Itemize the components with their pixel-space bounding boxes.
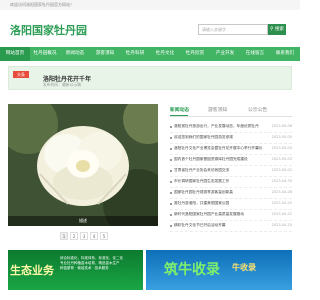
bullet bbox=[170, 214, 172, 216]
list-item[interactable]: 赏牡丹游洛阳，共建美丽国家公园 2023-04-25 bbox=[170, 199, 292, 210]
news-date: 2023-04-30 bbox=[271, 179, 292, 183]
nav-item-contact[interactable]: 联系我们 bbox=[270, 47, 300, 61]
news-title[interactable]: 洛阳牡丹文化产业博览会暨牡丹花卉展中心举行开幕仪式 bbox=[174, 146, 262, 151]
bullet bbox=[170, 126, 172, 128]
ad-left-headline: 生态业务 bbox=[10, 264, 54, 277]
peony-image bbox=[8, 104, 158, 226]
ad-banners: 生态业务 综合标准化，标准体系，标准化，化二化 专业牡丹种植苗木培育，精品苗木生… bbox=[8, 250, 292, 290]
bullet bbox=[170, 148, 172, 150]
news-date: 2023-05-03 bbox=[271, 157, 292, 161]
news-title[interactable]: 新时代洛阳国家牡丹园产业高质量发展推动 bbox=[174, 212, 262, 217]
main-nav: 网站首页 牡丹园概况 新闻动态 游客须知 牡丹科研 牡丹文化 牡丹欣赏 产业开发… bbox=[0, 47, 300, 61]
news-date: 2023-04-22 bbox=[271, 212, 292, 216]
news-date: 2023-04-20 bbox=[271, 223, 292, 227]
bullet bbox=[170, 192, 172, 194]
page-5[interactable]: 5 bbox=[100, 232, 108, 240]
page-2[interactable]: 2 bbox=[70, 232, 78, 240]
ad-right-headline: 筑牛收录 bbox=[164, 262, 220, 278]
bullet bbox=[170, 225, 172, 227]
news-title[interactable]: 国家牡丹园牡丹观赏季游客量创新高 bbox=[174, 190, 262, 195]
news-title[interactable]: 洛阳赏牡丹旅游出行，产业发展动态，年度优质牡丹 bbox=[174, 124, 262, 129]
list-item[interactable]: 新时代洛阳国家牡丹园产业高质量发展推动 2023-04-22 bbox=[170, 210, 292, 221]
news-title[interactable]: 国内首个牡丹国家基因资源库牡丹园完成建设 bbox=[174, 157, 262, 162]
tab-underline bbox=[170, 115, 188, 116]
nav-item-visitor[interactable]: 游客须知 bbox=[90, 47, 120, 61]
headline-banner[interactable]: 头条 洛阳牡丹花开千年 发布时间：最新公示稿 bbox=[8, 66, 292, 90]
list-item[interactable]: 甘肃省牡丹产业协会来访我园交流 2023-05-02 bbox=[170, 166, 292, 177]
ad-left-lines: 综合标准化，标准体系，标准化，化二化 专业牡丹种植苗木培育，精品苗木生产 种苗繁… bbox=[60, 256, 123, 271]
bullet bbox=[170, 203, 172, 205]
nav-item-industry[interactable]: 产业开发 bbox=[210, 47, 240, 61]
list-item[interactable]: 欢迎您到我们的国家牡丹园游览参观 2023-05-05 bbox=[170, 133, 292, 144]
list-item[interactable]: 精彩牡丹文化节已开启活动开幕 2023-04-20 bbox=[170, 221, 292, 232]
search-input[interactable]: 请输入关键字 bbox=[198, 24, 268, 35]
page-4[interactable]: 4 bbox=[90, 232, 98, 240]
list-item[interactable]: 国内首个牡丹国家基因资源库牡丹园完成建设 2023-05-03 bbox=[170, 155, 292, 166]
news-title[interactable]: 欢迎您到我们的国家牡丹园游览参观 bbox=[174, 135, 262, 140]
list-item[interactable]: 市长调研国家牡丹园生态发展工作 2023-04-30 bbox=[170, 177, 292, 188]
news-tabs: 新闻动态 游客须知 公示公告 bbox=[170, 104, 292, 117]
ad-left-line: 种苗繁育 · 栽培技术 · 技术服务 bbox=[60, 266, 109, 270]
ad-banner-left[interactable]: 生态业务 综合标准化，标准体系，标准化，化二化 专业牡丹种植苗木培育，精品苗木生… bbox=[8, 250, 143, 290]
news-date: 2023-05-06 bbox=[271, 124, 292, 128]
bullet bbox=[170, 159, 172, 161]
site-logo[interactable]: 洛阳国家牡丹园 bbox=[10, 22, 87, 38]
news-title[interactable]: 市长调研国家牡丹园生态发展工作 bbox=[174, 179, 262, 184]
news-date: 2023-04-25 bbox=[271, 201, 292, 205]
search-button[interactable]: ⚲ 搜索 bbox=[268, 24, 286, 35]
page-1[interactable]: 1 bbox=[60, 232, 68, 240]
headline-subtitle: 发布时间：最新公示稿 bbox=[43, 82, 81, 87]
tab-news[interactable]: 新闻动态 bbox=[170, 106, 189, 113]
news-date: 2023-05-04 bbox=[271, 146, 292, 150]
nav-item-message[interactable]: 在线留言 bbox=[240, 47, 270, 61]
page-3[interactable]: 3 bbox=[80, 232, 88, 240]
news-list: 洛阳赏牡丹旅游出行，产业发展动态，年度优质牡丹 2023-05-06 欢迎您到我们… bbox=[170, 122, 292, 232]
bullet bbox=[170, 181, 172, 183]
ad-banner-right[interactable]: 筑牛收录 牛收录 bbox=[146, 250, 292, 290]
list-item[interactable]: 洛阳牡丹文化产业博览会暨牡丹花卉展中心举行开幕仪式 2023-05-04 bbox=[170, 144, 292, 155]
nav-item-gallery[interactable]: 牡丹欣赏 bbox=[180, 47, 210, 61]
nav-item-research[interactable]: 牡丹科研 bbox=[120, 47, 150, 61]
news-title[interactable]: 赏牡丹游洛阳，共建美丽国家公园 bbox=[174, 201, 262, 206]
tab-visitor[interactable]: 游客须知 bbox=[208, 106, 227, 113]
search-placeholder: 请输入关键字 bbox=[202, 27, 226, 32]
tab-notice[interactable]: 公示公告 bbox=[248, 106, 267, 113]
news-title[interactable]: 甘肃省牡丹产业协会来访我园交流 bbox=[174, 168, 262, 173]
peony-photo[interactable]: 描述 bbox=[8, 104, 158, 226]
nav-item-culture[interactable]: 牡丹文化 bbox=[150, 47, 180, 61]
list-item[interactable]: 国家牡丹园牡丹观赏季游客量创新高 2023-04-28 bbox=[170, 188, 292, 199]
bullet bbox=[170, 170, 172, 172]
search-button-label: 搜索 bbox=[275, 27, 285, 32]
ad-right-small: 牛收录 bbox=[232, 263, 256, 272]
list-item[interactable]: 洛阳赏牡丹旅游出行，产业发展动态，年度优质牡丹 2023-05-06 bbox=[170, 122, 292, 133]
welcome-text: 欢迎访问洛阳国家牡丹园官方网站！ bbox=[10, 2, 74, 7]
nav-item-news[interactable]: 新闻动态 bbox=[60, 47, 90, 61]
headline-tag: 头条 bbox=[13, 71, 29, 78]
nav-item-home[interactable]: 网站首页 bbox=[0, 47, 30, 61]
news-date: 2023-05-02 bbox=[271, 168, 292, 172]
bullet bbox=[170, 137, 172, 139]
photo-caption: 描述 bbox=[8, 216, 158, 226]
news-title[interactable]: 精彩牡丹文化节已开启活动开幕 bbox=[174, 223, 262, 228]
news-date: 2023-04-28 bbox=[271, 190, 292, 194]
nav-item-overview[interactable]: 牡丹园概况 bbox=[30, 47, 60, 61]
search-icon: ⚲ bbox=[269, 26, 274, 32]
news-date: 2023-05-05 bbox=[271, 135, 292, 139]
